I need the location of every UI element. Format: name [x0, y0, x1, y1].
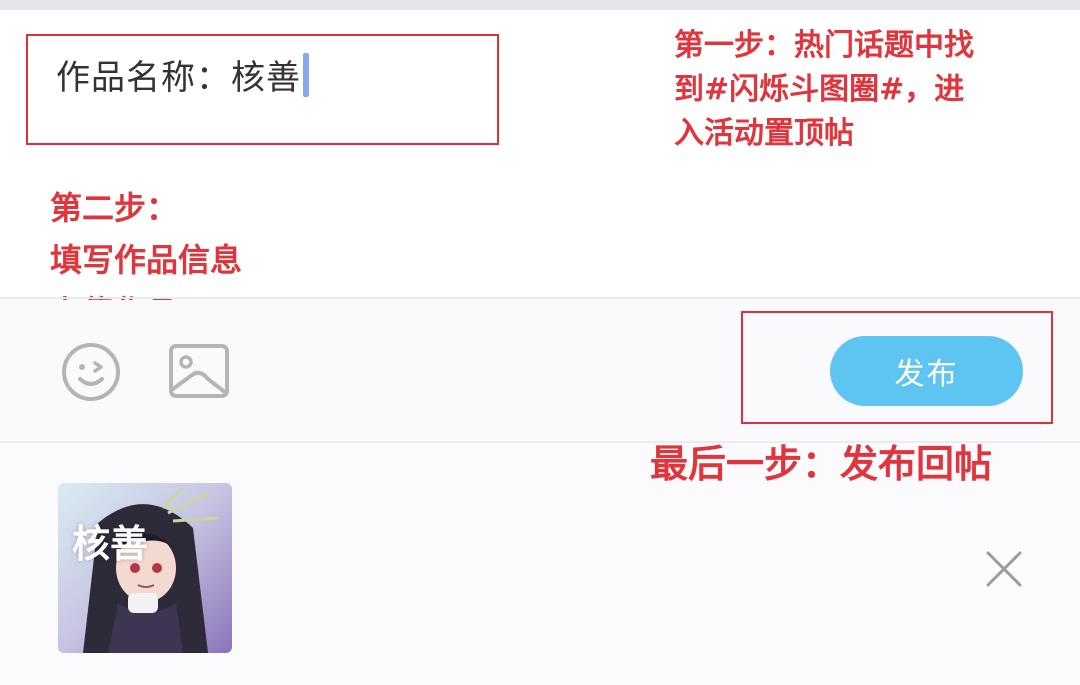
top-strip [0, 0, 1080, 10]
final-step-highlight-box [741, 311, 1053, 424]
step1-line: 到#闪烁斗图圈#，进 [674, 72, 965, 107]
attached-image-thumbnail[interactable]: 核善 [58, 483, 232, 653]
editor-divider [0, 297, 1080, 299]
step1-line: 第一步：热门话题中找 [674, 28, 974, 63]
step2-line: 第二步： [50, 189, 179, 227]
emoji-icon[interactable] [56, 337, 126, 407]
step2-highlight-box [26, 34, 499, 145]
close-icon[interactable] [984, 549, 1024, 589]
anime-character-image [58, 483, 232, 653]
step1-annotation: 第一步：热门话题中找 到#闪烁斗图圈#，进 入活动置顶帖 [674, 24, 974, 156]
step1-line: 入活动置顶帖 [674, 116, 854, 151]
final-step-text: 最后一步：发布回帖 [650, 442, 993, 486]
image-icon[interactable] [164, 337, 234, 407]
thumbnail-label: 核善 [72, 522, 149, 566]
final-step-annotation: 最后一步：发布回帖 [650, 440, 992, 488]
step2-line: 填写作品信息 [50, 241, 243, 279]
